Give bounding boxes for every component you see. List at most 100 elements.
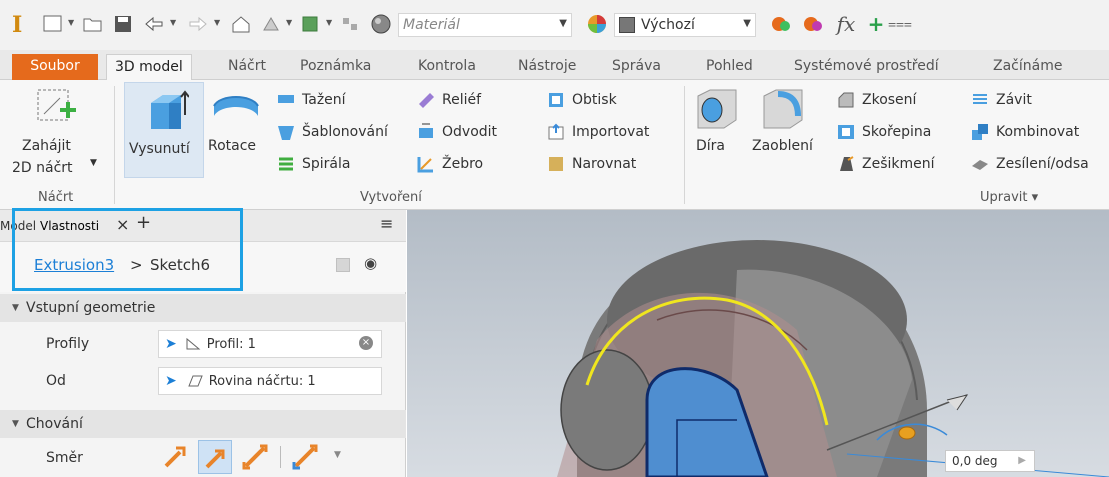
extrude-button[interactable]: Vysunutí xyxy=(124,82,204,178)
profiles-selector[interactable]: ➤ Profil: 1 × xyxy=(158,330,382,358)
hole-label[interactable]: Díra xyxy=(696,138,725,154)
combine-icon xyxy=(970,122,990,142)
chevron-down-icon[interactable]: ▼ xyxy=(286,18,292,27)
select-icon[interactable] xyxy=(298,12,324,36)
appearance-select[interactable]: Výchozí ▼ xyxy=(614,13,756,37)
chevron-down-icon[interactable]: ▼ xyxy=(334,450,341,460)
decal-icon xyxy=(546,90,566,110)
update-icon[interactable] xyxy=(258,12,284,36)
adjust-appearance-icon[interactable] xyxy=(768,12,794,36)
import-icon xyxy=(546,122,566,142)
material-sphere-icon[interactable] xyxy=(368,12,394,36)
tab-file[interactable]: Soubor xyxy=(12,54,98,80)
preview-box-icon[interactable] xyxy=(336,258,350,272)
measure-icon[interactable] xyxy=(338,12,364,36)
tab-inspect[interactable]: Kontrola xyxy=(410,54,484,80)
color-wheel-icon[interactable] xyxy=(584,12,610,36)
model-canvas xyxy=(557,240,1109,477)
hole-icon[interactable] xyxy=(692,86,742,134)
ribbon-tabs: Soubor 3D model Náčrt Poznámka Kontrola … xyxy=(0,50,1109,81)
clear-selection-icon[interactable]: × xyxy=(359,336,373,350)
highlight-frame xyxy=(12,208,243,291)
coil-icon xyxy=(276,154,296,174)
tab-manage[interactable]: Správa xyxy=(604,54,669,80)
draft-button[interactable]: Zešikmení xyxy=(836,152,935,176)
shell-button[interactable]: Skořepina xyxy=(836,120,931,144)
group-label-modify[interactable]: Upravit ▾ xyxy=(980,190,1038,205)
select-arrow-icon: ➤ xyxy=(165,373,177,389)
chamfer-icon xyxy=(836,90,856,110)
import-button[interactable]: Importovat xyxy=(546,120,649,144)
home-icon[interactable] xyxy=(228,12,254,36)
combine-button[interactable]: Kombinovat xyxy=(970,120,1079,144)
open-folder-icon[interactable] xyxy=(80,12,106,36)
draft-icon xyxy=(836,154,856,174)
tab-annotate[interactable]: Poznámka xyxy=(292,54,379,80)
emboss-button[interactable]: Reliéf xyxy=(416,88,481,112)
parameters-icon[interactable]: fx xyxy=(832,12,860,36)
plus-icon[interactable]: + xyxy=(866,12,886,36)
coil-button[interactable]: Spirála xyxy=(276,152,350,176)
derive-button[interactable]: Odvodit xyxy=(416,120,497,144)
revolve-icon[interactable] xyxy=(208,90,264,130)
sweep-icon xyxy=(276,90,296,110)
unwrap-button[interactable]: Narovnat xyxy=(546,152,636,176)
extrude-icon xyxy=(151,90,189,129)
undo-icon[interactable] xyxy=(140,12,168,36)
chevron-down-icon[interactable]: ▼ xyxy=(326,18,332,27)
material-select[interactable]: Materiál ▼ xyxy=(398,13,572,37)
customize-menu-icon[interactable]: ⩶ xyxy=(888,12,912,36)
start-sketch-icon[interactable] xyxy=(34,86,78,130)
tab-view[interactable]: Pohled xyxy=(698,54,761,80)
redo-icon[interactable] xyxy=(184,12,212,36)
sweep-button[interactable]: Tažení xyxy=(276,88,346,112)
chevron-down-icon[interactable]: ▼ xyxy=(170,18,176,27)
save-icon[interactable] xyxy=(110,12,136,36)
tab-tools[interactable]: Nástroje xyxy=(510,54,584,80)
clear-appearance-icon[interactable] xyxy=(800,12,826,36)
from-selector[interactable]: ➤ Rovina náčrtu: 1 xyxy=(158,367,382,395)
visibility-eye-icon[interactable]: ◉ xyxy=(364,254,377,272)
tab-3d-model[interactable]: 3D model xyxy=(106,54,192,81)
tab-sketch[interactable]: Náčrt xyxy=(220,54,274,80)
direction-default-button[interactable] xyxy=(160,442,190,472)
graphics-viewport[interactable] xyxy=(407,210,1109,477)
fillet-label[interactable]: Zaoblení xyxy=(752,138,813,154)
ribbon-panel: Zahájit 2D náčrt ▼ Náčrt Vysunutí Rotace… xyxy=(0,80,1109,210)
group-label-create: Vytvoření xyxy=(360,190,422,205)
direction-flipped-button[interactable] xyxy=(198,440,232,474)
decal-button[interactable]: Obtisk xyxy=(546,88,617,112)
chevron-down-icon[interactable]: ▼ xyxy=(90,158,97,168)
chamfer-button[interactable]: Zkosení xyxy=(836,88,916,112)
unwrap-icon xyxy=(546,154,566,174)
tab-environments[interactable]: Systémové prostředí xyxy=(786,54,947,80)
fillet-icon[interactable] xyxy=(758,86,808,134)
thicken-icon xyxy=(970,154,990,174)
revolve-label[interactable]: Rotace xyxy=(208,138,256,154)
angle-input[interactable]: 0,0 deg ▶ xyxy=(945,450,1035,472)
from-label: Od xyxy=(46,373,66,389)
play-arrow-icon[interactable]: ▶ xyxy=(1018,451,1026,471)
new-file-icon[interactable] xyxy=(40,12,66,36)
direction-asymmetric-button[interactable] xyxy=(290,442,320,472)
tab-get-started[interactable]: Začínáme xyxy=(985,54,1070,80)
direction-symmetric-button[interactable] xyxy=(240,442,270,472)
section-input-geometry[interactable]: ▼ Vstupní geometrie xyxy=(0,294,406,322)
separator xyxy=(280,446,281,468)
section-behavior[interactable]: ▼ Chování xyxy=(0,410,406,438)
profiles-label: Profily xyxy=(46,336,90,352)
start-sketch-label[interactable]: Zahájit xyxy=(22,138,71,154)
loft-icon xyxy=(276,122,296,142)
collapse-triangle-icon: ▼ xyxy=(12,419,19,429)
select-arrow-icon: ➤ xyxy=(165,336,177,352)
thicken-button[interactable]: Zesílení/odsa xyxy=(970,152,1089,176)
chevron-down-icon[interactable]: ▼ xyxy=(214,18,220,27)
direction-asymmetric-icon xyxy=(292,444,318,470)
start-sketch-label-2[interactable]: 2D náčrt xyxy=(12,160,73,176)
panel-menu-icon[interactable]: ≡ xyxy=(380,214,393,233)
loft-button[interactable]: Šablonování xyxy=(276,120,388,144)
plane-icon xyxy=(187,375,203,387)
thread-button[interactable]: Závit xyxy=(970,88,1032,112)
rib-button[interactable]: Žebro xyxy=(416,152,483,176)
chevron-down-icon[interactable]: ▼ xyxy=(68,18,74,27)
